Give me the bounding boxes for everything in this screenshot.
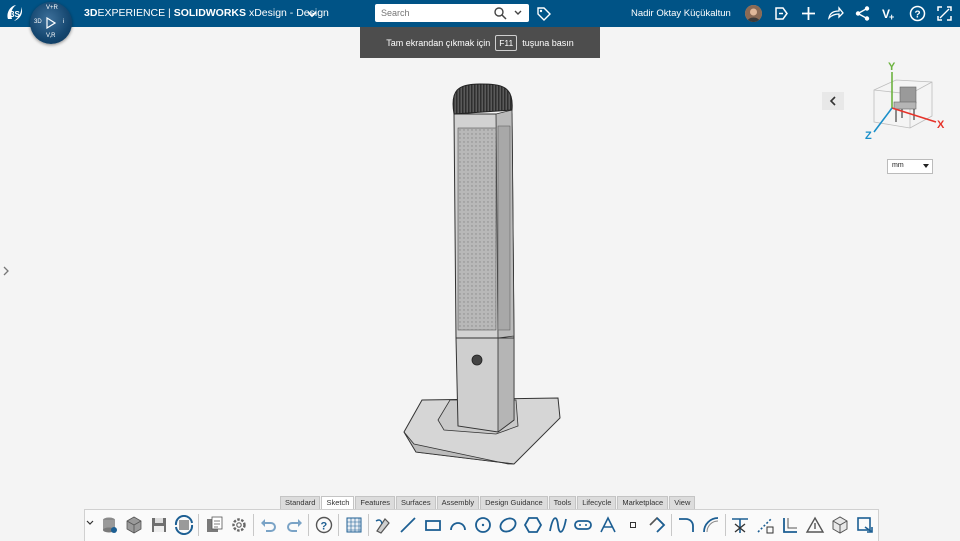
axis-z-line	[873, 107, 893, 133]
trim-icon[interactable]	[730, 515, 750, 535]
toolbar-separator	[338, 514, 339, 536]
polygon-icon[interactable]	[523, 515, 543, 535]
toast-text-after: tuşuna basın	[522, 37, 574, 48]
tools-icon[interactable]: V +	[881, 5, 898, 22]
tab-view[interactable]: View	[669, 496, 696, 509]
search-box[interactable]	[375, 4, 529, 22]
fullscreen-icon[interactable]	[936, 5, 953, 22]
toolbar-separator	[725, 514, 726, 536]
units-value: mm	[892, 162, 904, 169]
units-select[interactable]: mm	[887, 159, 933, 174]
toolbar-separator	[671, 514, 672, 536]
chevron-down-icon[interactable]	[306, 8, 318, 20]
play-icon[interactable]	[46, 17, 56, 29]
panel-collapse-button[interactable]	[822, 92, 844, 110]
rectangle-icon[interactable]	[423, 515, 443, 535]
brand-solidworks: SOLIDWORKS	[173, 7, 247, 19]
circle-icon[interactable]	[473, 515, 493, 535]
undo-icon[interactable]	[259, 515, 279, 535]
tab-surfaces[interactable]: Surfaces	[396, 496, 436, 509]
help-icon[interactable]: ?	[909, 5, 926, 22]
expand-icon[interactable]	[85, 515, 95, 535]
toast-key: F11	[495, 34, 518, 51]
view-cube[interactable]: Y X Z	[860, 60, 950, 144]
expand-panel-icon[interactable]	[2, 265, 10, 277]
point-icon[interactable]	[623, 515, 643, 535]
compass-east[interactable]: i	[63, 19, 64, 25]
app-title[interactable]: 3DEXPERIENCE | SOLIDWORKS xDesign - Desi…	[84, 7, 329, 19]
tab-features[interactable]: Features	[355, 496, 395, 509]
brand-3d: 3D	[84, 7, 98, 19]
tab-sketch[interactable]: Sketch	[321, 496, 355, 509]
toast-text-before: Tam ekrandan çıkmak için	[386, 37, 491, 48]
tab-standard[interactable]: Standard	[280, 496, 321, 509]
offset-icon[interactable]	[701, 515, 721, 535]
heater-3d-model[interactable]	[390, 80, 570, 475]
axis-y-label: Y	[888, 61, 896, 73]
top-bar: 3S 3DEXPERIENCE | SOLIDWORKS xDesign - D…	[0, 0, 960, 27]
compass-south[interactable]: V,R	[46, 33, 55, 39]
compass-north[interactable]: V+R	[46, 5, 58, 11]
compass-icon[interactable]: V+R 3D i V,R	[30, 2, 72, 44]
ds-logo-icon[interactable]: 3S	[4, 3, 26, 23]
sketch-pen-icon[interactable]	[373, 515, 393, 535]
search-input[interactable]	[381, 6, 489, 20]
dimension-icon[interactable]	[805, 515, 825, 535]
avatar-image	[745, 5, 762, 22]
convert-icon[interactable]	[855, 515, 875, 535]
tab-lifecycle[interactable]: Lifecycle	[577, 496, 617, 509]
gear-icon[interactable]	[229, 515, 249, 535]
help-icon[interactable]: ?	[314, 515, 334, 535]
toolbar-separator	[253, 514, 254, 536]
axis-z-label: Z	[865, 130, 872, 142]
tab-assembly[interactable]: Assembly	[436, 496, 480, 509]
user-name[interactable]: Nadir Oktay Küçükaltun	[631, 8, 731, 19]
tab-design-guidance[interactable]: Design Guidance	[480, 496, 548, 509]
construction-icon[interactable]	[755, 515, 775, 535]
toolbar-separator	[368, 514, 369, 536]
ribbon-tabs: Standard Sketch Features Surfaces Assemb…	[280, 496, 696, 509]
database-icon[interactable]	[99, 515, 119, 535]
arc-tangent-icon[interactable]	[676, 515, 696, 535]
line-icon[interactable]	[398, 515, 418, 535]
svg-text:?: ?	[321, 521, 328, 533]
refresh-cube-icon[interactable]	[174, 515, 194, 535]
tab-marketplace[interactable]: Marketplace	[617, 496, 669, 509]
slot-icon[interactable]	[573, 515, 593, 535]
search-icon[interactable]	[493, 6, 507, 20]
cube-open-icon[interactable]	[124, 515, 144, 535]
mirror-icon[interactable]	[780, 515, 800, 535]
svg-text:+: +	[889, 12, 894, 22]
tag-icon[interactable]	[536, 6, 552, 22]
svg-text:3S: 3S	[10, 10, 20, 19]
clipboard-icon[interactable]	[204, 515, 224, 535]
network-icon[interactable]	[854, 5, 871, 22]
search-dropdown-icon[interactable]	[513, 8, 523, 18]
ellipse-icon[interactable]	[498, 515, 518, 535]
tab-tools[interactable]: Tools	[548, 496, 577, 509]
redo-icon[interactable]	[284, 515, 304, 535]
spline-icon[interactable]	[548, 515, 568, 535]
axis-x-label: X	[937, 119, 945, 131]
avatar[interactable]	[745, 5, 762, 22]
save-icon[interactable]	[149, 515, 169, 535]
arc-icon[interactable]	[448, 515, 468, 535]
text-icon[interactable]	[598, 515, 618, 535]
grid-plane-icon[interactable]	[344, 515, 364, 535]
toolbar-separator	[198, 514, 199, 536]
forward-icon[interactable]	[827, 5, 844, 22]
compass-west[interactable]: 3D	[34, 19, 42, 25]
units-dropdown-icon	[923, 164, 929, 168]
toolbar-separator	[308, 514, 309, 536]
svg-text:?: ?	[915, 10, 921, 21]
cube-icon[interactable]	[830, 515, 850, 535]
ribbon-toolbar: ?	[84, 509, 879, 541]
share-icon[interactable]	[773, 5, 790, 22]
fillet-icon[interactable]	[647, 515, 667, 535]
chevron-left-icon	[829, 96, 836, 106]
brand-separator: |	[165, 7, 174, 19]
plus-icon[interactable]	[800, 5, 817, 22]
fullscreen-toast: Tam ekrandan çıkmak için F11 tuşuna bası…	[360, 27, 600, 58]
brand-experience: EXPERIENCE	[97, 7, 166, 19]
